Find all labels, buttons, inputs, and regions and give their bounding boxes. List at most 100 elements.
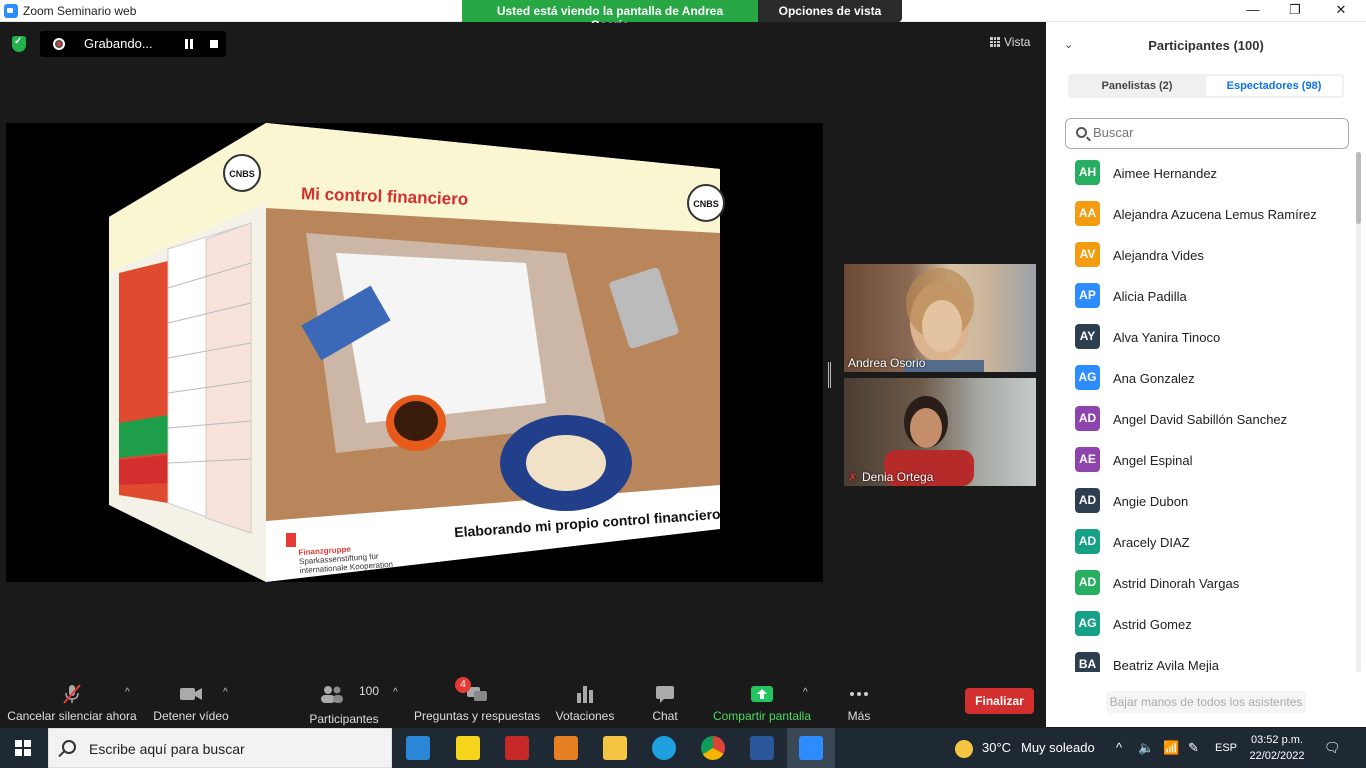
system-clock[interactable]: 03:52 p.m. 22/02/2022 (1246, 732, 1308, 764)
tab-panelists[interactable]: Panelistas (2) (1070, 76, 1204, 96)
muted-mic-icon: ✗ (848, 472, 858, 484)
temperature[interactable]: 30°C (982, 740, 1011, 755)
participant-search[interactable] (1065, 118, 1349, 149)
polls-label: Votaciones (555, 709, 615, 723)
participants-label: Participantes (309, 712, 379, 726)
list-item[interactable]: AY Alva Yanira Tinoco (1075, 316, 1355, 357)
unmute-button[interactable]: Cancelar silenciar ahora (6, 675, 138, 727)
audio-options-caret-icon[interactable]: ^ (125, 687, 130, 698)
windows-taskbar: Escribe aquí para buscar 30°C Muy solead… (0, 728, 1366, 768)
chat-button[interactable]: Chat (640, 675, 690, 727)
participant-tabs: Panelistas (2) Espectadores (98) (1068, 74, 1344, 98)
participants-count: 100 (359, 684, 380, 698)
view-options-button[interactable]: Opciones de vista ⌄ (758, 0, 902, 32)
file-explorer-app-icon[interactable] (603, 736, 627, 760)
list-item[interactable]: AP Alicia Padilla (1075, 275, 1355, 316)
edge-browser-icon[interactable] (652, 736, 676, 760)
sticky-notes-app-icon[interactable] (456, 736, 480, 760)
avatar: AG (1075, 365, 1100, 390)
show-hidden-icons-chevron-icon[interactable]: ^ (1116, 740, 1122, 755)
notifications-icon[interactable]: 🗨 (1324, 740, 1341, 756)
search-input[interactable] (1093, 125, 1333, 140)
polls-bar-icon (577, 686, 593, 703)
list-item[interactable]: AE Angel Espinal (1075, 439, 1355, 480)
taskbar-search[interactable]: Escribe aquí para buscar (48, 728, 392, 768)
security-app-icon[interactable] (505, 736, 529, 760)
stop-video-button[interactable]: Detener vídeo (148, 675, 234, 727)
participants-options-caret-icon[interactable]: ^ (393, 687, 398, 698)
list-item[interactable]: AD Angie Dubon (1075, 480, 1355, 521)
video-tile-name-text: Denia Ortega (862, 470, 934, 484)
windows-start-icon[interactable] (15, 740, 31, 756)
list-item[interactable]: AA Alejandra Azucena Lemus Ramírez (1075, 193, 1355, 234)
chrome-browser-icon[interactable] (701, 736, 725, 760)
svg-text:CNBS: CNBS (229, 169, 255, 179)
chat-bubble-icon (656, 686, 674, 703)
video-tile-andrea[interactable]: Andrea Osorio (844, 264, 1036, 372)
list-item[interactable]: AG Astrid Gomez (1075, 603, 1355, 644)
muted-microphone-icon (63, 684, 81, 704)
more-label: Más (847, 709, 871, 723)
list-item[interactable]: AD Angel David Sabillón Sanchez (1075, 398, 1355, 439)
participants-panel: ⌄ Participantes (100) Panelistas (2) Esp… (1046, 22, 1366, 727)
video-options-caret-icon[interactable]: ^ (223, 687, 228, 698)
weather-condition[interactable]: Muy soleado (1021, 740, 1095, 755)
stop-video-label: Detener vídeo (153, 709, 229, 723)
participants-icon (321, 686, 343, 703)
share-options-caret-icon[interactable]: ^ (803, 687, 808, 698)
attendee-list-scrollbar[interactable] (1356, 152, 1361, 672)
zoom-app-icon (4, 4, 18, 18)
lower-all-hands-button[interactable]: Bajar manos de todos los asistentes (1106, 691, 1306, 713)
outlook-app-icon[interactable] (554, 736, 578, 760)
chat-label: Chat (652, 709, 678, 723)
stop-recording-icon[interactable] (210, 40, 218, 48)
minimize-button[interactable]: — (1230, 0, 1276, 22)
view-button[interactable]: Vista (990, 35, 1030, 49)
attendee-name: Alicia Padilla (1113, 289, 1187, 304)
polls-button[interactable]: Votaciones (552, 675, 618, 727)
pause-recording-icon[interactable] (184, 39, 194, 49)
list-item[interactable]: AV Alejandra Vides (1075, 234, 1355, 275)
qa-label: Preguntas y respuestas (414, 709, 541, 723)
attendee-name: Angel David Sabillón Sanchez (1113, 412, 1288, 427)
attendee-name: Alva Yanira Tinoco (1113, 330, 1221, 345)
close-button[interactable]: ✕ (1318, 0, 1364, 22)
input-language[interactable]: ESP (1215, 742, 1237, 754)
panel-resize-handle[interactable] (828, 362, 831, 388)
participants-button[interactable]: 100 Participantes (300, 675, 388, 727)
attendee-name: Angie Dubon (1113, 494, 1189, 509)
volume-icon[interactable]: 🔈 (1138, 740, 1154, 756)
tab-attendees[interactable]: Espectadores (98) (1206, 76, 1342, 96)
avatar: AD (1075, 488, 1100, 513)
encryption-shield-icon[interactable] (12, 36, 26, 52)
pen-icon[interactable]: ✎ (1188, 740, 1199, 756)
attendee-name: Alejandra Azucena Lemus Ramírez (1113, 207, 1317, 222)
zoom-taskbar-active[interactable] (787, 728, 835, 768)
weather-sun-icon (955, 740, 973, 758)
qa-notification-badge: 4 (455, 677, 471, 693)
video-tile-name: ✗ Denia Ortega (848, 470, 933, 484)
video-tile-denia[interactable]: ✗ Denia Ortega (844, 378, 1036, 486)
svg-text:CNBS: CNBS (693, 199, 719, 209)
word-app-icon[interactable] (750, 736, 774, 760)
recording-label: Grabando... (84, 36, 153, 51)
scrollbar-thumb[interactable] (1356, 152, 1361, 224)
list-item[interactable]: AH Aimee Hernandez (1075, 152, 1355, 193)
share-screen-button[interactable]: Compartir pantalla (710, 675, 814, 727)
qa-button[interactable]: 4 Preguntas y respuestas (414, 675, 540, 727)
end-webinar-button[interactable]: Finalizar (965, 688, 1034, 714)
attendee-name: Beatriz Avila Mejia (1113, 658, 1219, 672)
clock-date: 22/02/2022 (1249, 750, 1305, 762)
list-item[interactable]: BA Beatriz Avila Mejia (1075, 644, 1355, 672)
maximize-button[interactable]: ❐ (1272, 0, 1318, 22)
network-icon[interactable]: 📶 (1163, 740, 1179, 756)
avatar: AG (1075, 611, 1100, 636)
store-app-icon[interactable] (406, 736, 430, 760)
list-item[interactable]: AD Aracely DIAZ (1075, 521, 1355, 562)
list-item[interactable]: AD Astrid Dinorah Vargas (1075, 562, 1355, 603)
more-button[interactable]: Más (838, 675, 880, 727)
avatar: AP (1075, 283, 1100, 308)
zoom-app-icon (799, 736, 823, 760)
more-dots-icon (850, 692, 868, 696)
list-item[interactable]: AG Ana Gonzalez (1075, 357, 1355, 398)
